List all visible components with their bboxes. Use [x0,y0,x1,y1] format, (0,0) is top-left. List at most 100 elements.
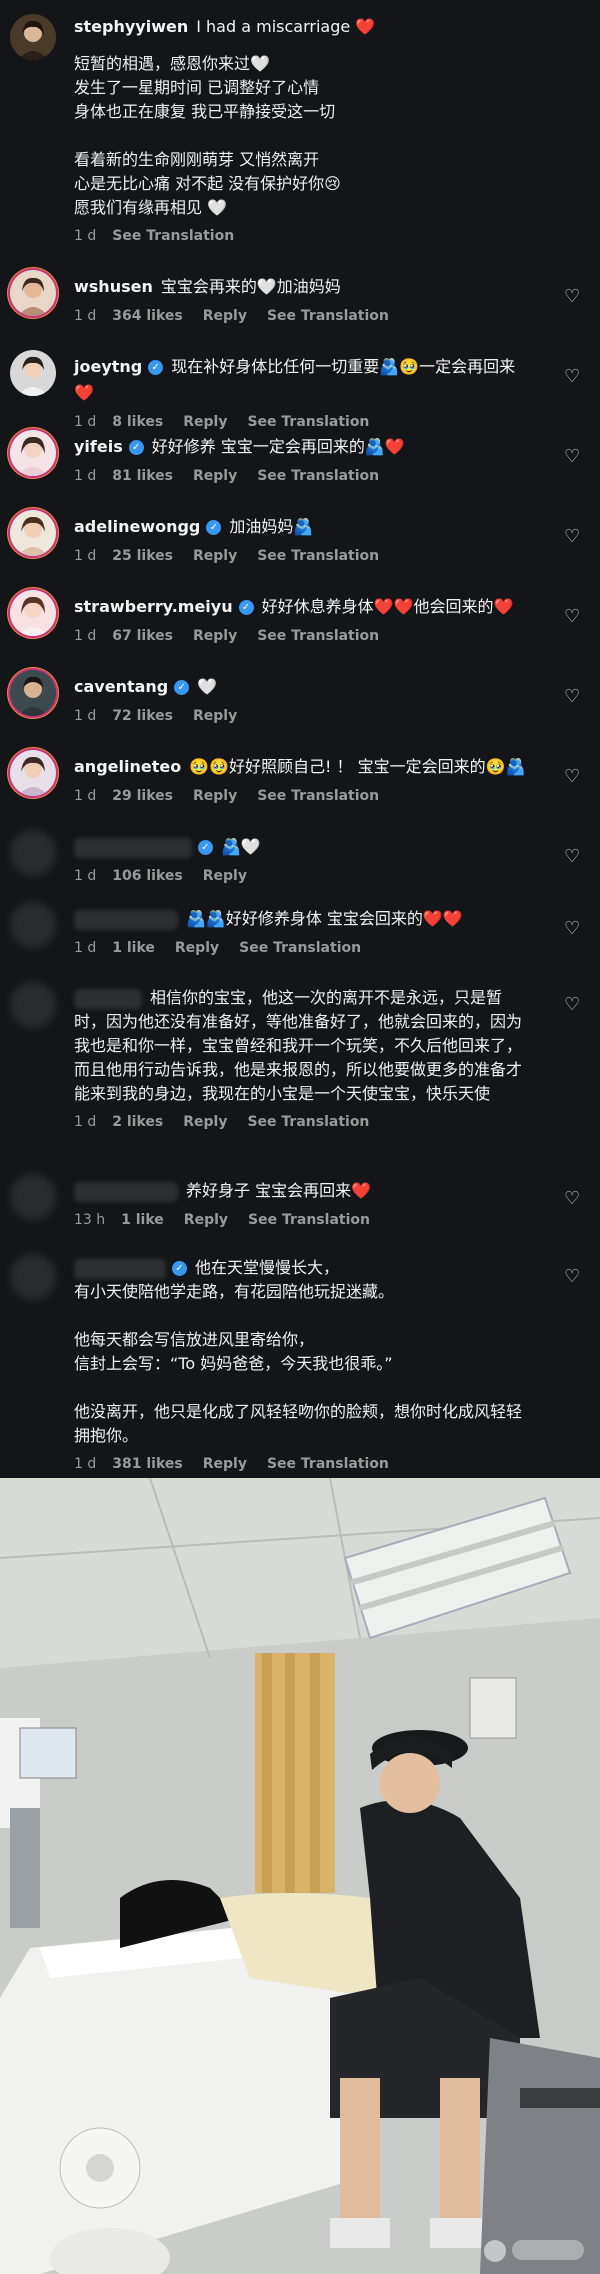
see-translation-link[interactable]: See Translation [257,548,379,564]
heart-outline-icon[interactable]: ♡ [564,688,582,706]
comment-text: 🫂🤍 [221,837,261,856]
verified-badge-icon: ✓ [206,520,222,535]
verified-badge-icon: ✓ [128,440,144,455]
heart-outline-icon[interactable]: ♡ [564,1268,582,1286]
heart-outline-icon[interactable]: ♡ [564,448,582,466]
reply-button[interactable]: Reply [183,414,227,430]
blurred-username [74,1258,166,1279]
reply-button[interactable]: Reply [193,708,237,724]
see-translation-link[interactable]: See Translation [112,228,234,244]
like-count[interactable]: 106 likes [112,868,182,884]
reply-button[interactable]: Reply [203,868,247,884]
avatar[interactable] [10,902,56,948]
like-count[interactable]: 29 likes [112,788,173,804]
comment-text: 🥹🥹好好照顾自己! ！ 宝宝一定会回来的🥹🫂 [189,757,526,776]
like-count[interactable]: 72 likes [112,708,173,724]
see-translation-link[interactable]: See Translation [257,628,379,644]
username[interactable]: wshusen [74,277,153,296]
username[interactable]: adelinewongg [74,517,200,536]
timestamp: 1 d [74,1114,97,1130]
avatar[interactable] [10,750,56,796]
username[interactable]: angelineteo [74,757,181,776]
reply-button[interactable]: Reply [193,628,237,644]
avatar[interactable] [10,270,56,316]
verified-badge-icon: ✓ [172,1261,187,1276]
avatar[interactable] [10,14,56,60]
see-translation-link[interactable]: See Translation [239,940,361,956]
timestamp: 1 d [74,628,97,644]
see-translation-link[interactable]: See Translation [267,1456,389,1472]
comment-text: 宝宝会再来的🤍加油妈妈 [160,277,341,296]
comment-text: 加油妈妈🫂 [229,517,314,536]
username[interactable]: strawberry.meiyu [74,597,233,616]
blurred-username [74,1181,178,1202]
like-count[interactable]: 1 like [112,940,155,956]
see-translation-link[interactable]: See Translation [257,788,379,804]
heart-outline-icon[interactable]: ♡ [564,1190,582,1208]
watermark-logo [512,2240,584,2260]
like-count[interactable]: 8 likes [112,414,163,430]
comment-text: 🫂🫂好好修养身体 宝宝会回来的❤️❤️ [186,909,463,928]
reply-button[interactable]: Reply [203,308,247,324]
like-count[interactable]: 81 likes [112,468,173,484]
heart-outline-icon[interactable]: ♡ [564,288,582,306]
post-body: 短暂的相遇，感恩你来过🤍 发生了一星期时间 已调整好了心情 身体也正在康复 我已… [74,54,341,217]
avatar[interactable] [10,430,56,476]
username[interactable]: caventang [74,677,168,696]
heart-outline-icon[interactable]: ♡ [564,528,582,546]
comment-body: 他在天堂慢慢长大， 有小天使陪他学走路，有花园陪他玩捉迷藏。 他每天都会写信放进… [74,1258,523,1445]
reply-button[interactable]: Reply [184,1212,228,1228]
avatar[interactable] [10,830,56,876]
hospital-room-illustration [0,1478,600,2274]
verified-badge-icon: ✓ [198,840,213,855]
see-translation-link[interactable]: See Translation [257,468,379,484]
verified-badge-icon: ✓ [238,600,254,615]
avatar[interactable] [10,1254,56,1300]
blurred-username [74,988,142,1009]
reply-button[interactable]: Reply [183,1114,227,1130]
avatar[interactable] [10,982,56,1028]
timestamp: 1 d [74,868,97,884]
like-count[interactable]: 2 likes [112,1114,163,1130]
see-translation-link[interactable]: See Translation [247,1114,369,1130]
timestamp: 1 d [74,708,97,724]
heart-outline-icon[interactable]: ♡ [564,848,582,866]
avatar[interactable] [10,670,56,716]
reply-button[interactable]: Reply [193,468,237,484]
like-count[interactable]: 364 likes [112,308,182,324]
heart-outline-icon[interactable]: ♡ [564,368,582,386]
see-translation-link[interactable]: See Translation [247,414,369,430]
hospital-photo [0,1478,600,2274]
comment-text: ✓ 他在天堂慢慢长大， 有小天使陪他学走路，有花园陪他玩捉迷藏。 他每天都会写信放… [74,1256,528,1448]
reply-button[interactable]: Reply [193,548,237,564]
see-translation-link[interactable]: See Translation [267,308,389,324]
like-count[interactable]: 381 likes [112,1456,182,1472]
see-translation-link[interactable]: See Translation [248,1212,370,1228]
comment-thread: stephyyiwen I had a miscarriage ❤️ 短暂的相遇，… [0,0,600,1478]
comment-text: 相信你的宝宝，他这一次的离开不是永远，只是暂时，因为他还没有准备好，等他准备好了… [74,986,528,1106]
like-count[interactable]: 25 likes [112,548,173,564]
avatar[interactable] [10,510,56,556]
heart-outline-icon[interactable]: ♡ [564,608,582,626]
reply-button[interactable]: Reply [175,940,219,956]
verified-badge-icon: ✓ [148,360,164,375]
timestamp: 1 d [74,1456,97,1472]
play-icon[interactable] [484,2240,506,2262]
like-count[interactable]: 1 like [121,1212,164,1228]
heart-outline-icon[interactable]: ♡ [564,768,582,786]
reply-button[interactable]: Reply [193,788,237,804]
timestamp: 1 d [74,940,97,956]
username[interactable]: stephyyiwen [74,17,188,36]
username[interactable]: yifeis [74,437,123,456]
timestamp: 1 d [74,228,97,244]
comment-text: 🤍 [197,677,218,696]
heart-outline-icon[interactable]: ♡ [564,920,582,938]
avatar[interactable] [10,350,56,396]
username[interactable]: joeytng [74,357,142,376]
like-count[interactable]: 67 likes [112,628,173,644]
comment-text: 好好修养 宝宝一定会再回来的🫂❤️ [151,437,405,456]
avatar[interactable] [10,1174,56,1220]
reply-button[interactable]: Reply [203,1456,247,1472]
avatar[interactable] [10,590,56,636]
heart-outline-icon[interactable]: ♡ [564,996,582,1014]
